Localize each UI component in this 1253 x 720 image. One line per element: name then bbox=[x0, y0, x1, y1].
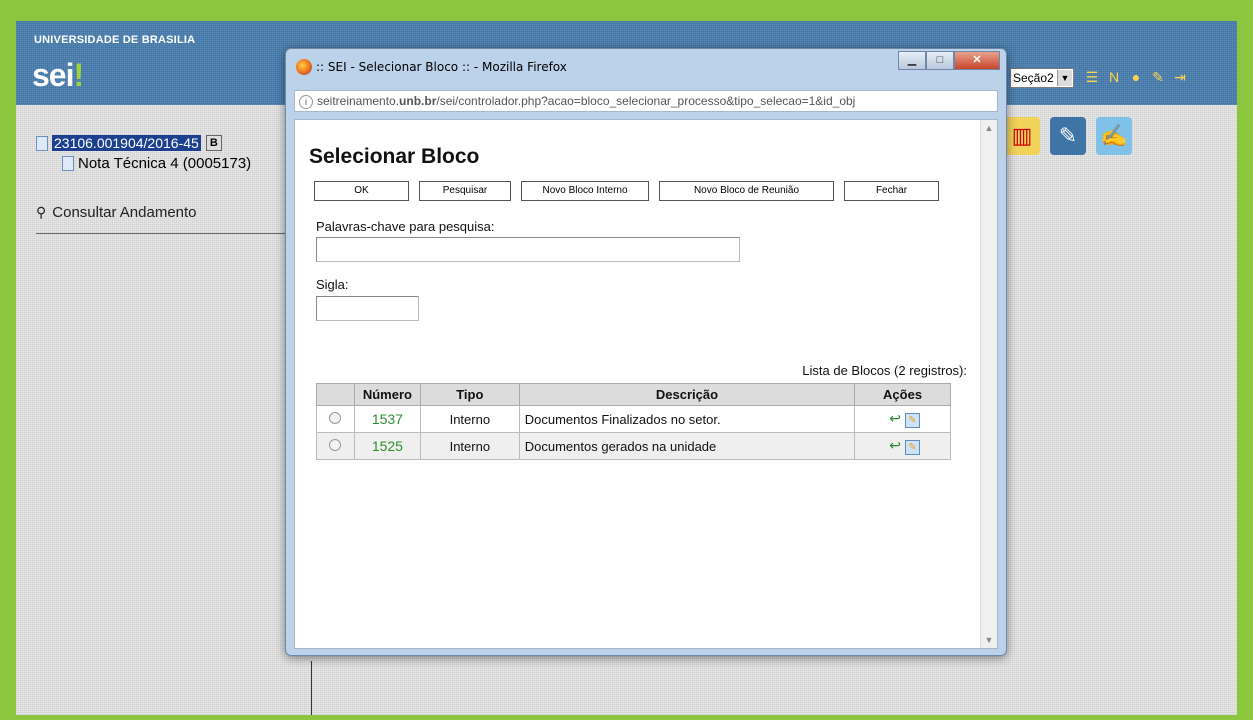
divider-vertical bbox=[311, 661, 312, 715]
info-icon[interactable]: i bbox=[299, 94, 313, 109]
edit-document-icon[interactable]: ✎ bbox=[1050, 117, 1086, 155]
keywords-label: Palavras-chave para pesquisa: bbox=[316, 219, 495, 234]
ok-button[interactable]: OK bbox=[314, 181, 409, 201]
popup-content: ▲ ▼ Selecionar Bloco OK Pesquisar Novo B… bbox=[294, 119, 998, 649]
select-arrow-icon[interactable]: ↩ bbox=[889, 410, 901, 427]
document-icon bbox=[62, 155, 74, 171]
block-badge[interactable]: B bbox=[205, 135, 222, 151]
blocks-table: Número Tipo Descrição Ações 1537 Interno… bbox=[316, 383, 951, 460]
scroll-up-icon[interactable]: ▲ bbox=[981, 120, 997, 136]
divider bbox=[36, 233, 296, 234]
chevron-down-icon[interactable]: ▼ bbox=[1057, 70, 1072, 86]
row-radio[interactable] bbox=[329, 438, 342, 451]
firefox-icon bbox=[296, 59, 312, 75]
notes-icon[interactable]: N bbox=[1106, 68, 1122, 86]
document-row[interactable]: Nota Técnica 4 (0005173) bbox=[36, 153, 251, 173]
minimize-icon[interactable]: ▁ bbox=[898, 51, 926, 70]
row-descricao: Documentos gerados na unidade bbox=[518, 432, 856, 460]
action-icons: ▥ ✎ ✍ bbox=[1004, 117, 1132, 155]
wrench-icon[interactable]: ✎ bbox=[1150, 68, 1166, 86]
document-label[interactable]: Nota Técnica 4 (0005173) bbox=[78, 155, 251, 172]
block-icon[interactable]: ▥ bbox=[1004, 117, 1040, 155]
consultar-andamento-link[interactable]: ⚲ Consultar Andamento bbox=[36, 204, 197, 221]
fechar-button[interactable]: Fechar bbox=[844, 181, 939, 201]
row-numero: 1537 bbox=[353, 405, 421, 433]
scrollbar[interactable]: ▲ ▼ bbox=[980, 120, 997, 648]
process-tree: 23106.001904/2016-45 B Nota Técnica 4 (0… bbox=[36, 133, 251, 173]
process-row[interactable]: 23106.001904/2016-45 B bbox=[36, 133, 251, 153]
scroll-down-icon[interactable]: ▼ bbox=[981, 632, 997, 648]
maximize-icon[interactable]: □ bbox=[926, 51, 954, 70]
window-controls: ▁ □ ✕ bbox=[898, 51, 1000, 70]
exit-icon[interactable]: ⇥ bbox=[1172, 68, 1188, 86]
select-arrow-icon[interactable]: ↩ bbox=[889, 437, 901, 454]
col-numero: Número bbox=[353, 383, 421, 406]
window-title: :: SEI - Selecionar Bloco :: - Mozilla F… bbox=[316, 60, 567, 74]
list-caption: Lista de Blocos (2 registros): bbox=[802, 363, 967, 378]
col-tipo: Tipo bbox=[419, 383, 520, 406]
edit-icon[interactable]: ✎ bbox=[904, 412, 920, 428]
menu-icon[interactable]: ☰ bbox=[1084, 68, 1100, 86]
unit-select[interactable]: Seção2 ▼ bbox=[1010, 68, 1074, 88]
button-bar: OK Pesquisar Novo Bloco Interno Novo Blo… bbox=[314, 181, 949, 201]
col-descricao: Descrição bbox=[518, 383, 856, 406]
university-name: UNIVERSIDADE DE BRASILIA bbox=[34, 34, 196, 46]
table-row[interactable]: 1525 Interno Documentos gerados na unida… bbox=[316, 432, 951, 460]
user-icon[interactable]: ● bbox=[1128, 68, 1144, 86]
header-toolbar: ☰ N ● ✎ ⇥ bbox=[1084, 68, 1188, 86]
close-icon[interactable]: ✕ bbox=[954, 51, 1000, 70]
sigla-label: Sigla: bbox=[316, 277, 349, 292]
sign-document-icon[interactable]: ✍ bbox=[1096, 117, 1132, 155]
pesquisar-button[interactable]: Pesquisar bbox=[419, 181, 511, 201]
folder-icon bbox=[36, 135, 48, 151]
row-radio[interactable] bbox=[329, 411, 342, 424]
row-tipo: Interno bbox=[419, 432, 520, 460]
novo-bloco-reuniao-button[interactable]: Novo Bloco de Reunião bbox=[659, 181, 834, 201]
row-numero: 1525 bbox=[353, 432, 421, 460]
process-number[interactable]: 23106.001904/2016-45 bbox=[52, 135, 201, 151]
edit-icon[interactable]: ✎ bbox=[904, 439, 920, 455]
keywords-input[interactable] bbox=[316, 237, 740, 262]
url-bar[interactable]: i seitreinamento.unb.br/sei/controlador.p… bbox=[294, 90, 998, 112]
row-descricao: Documentos Finalizados no setor. bbox=[518, 405, 856, 433]
row-tipo: Interno bbox=[419, 405, 520, 433]
sigla-input[interactable] bbox=[316, 296, 419, 321]
sei-logo[interactable]: sei! bbox=[32, 57, 84, 94]
table-row[interactable]: 1537 Interno Documentos Finalizados no s… bbox=[316, 405, 951, 433]
page-title: Selecionar Bloco bbox=[309, 145, 480, 168]
col-select bbox=[316, 383, 355, 406]
key-icon: ⚲ bbox=[36, 204, 47, 220]
novo-bloco-interno-button[interactable]: Novo Bloco Interno bbox=[521, 181, 649, 201]
popup-window: :: SEI - Selecionar Bloco :: - Mozilla F… bbox=[285, 48, 1007, 656]
col-acoes: Ações bbox=[854, 383, 951, 406]
